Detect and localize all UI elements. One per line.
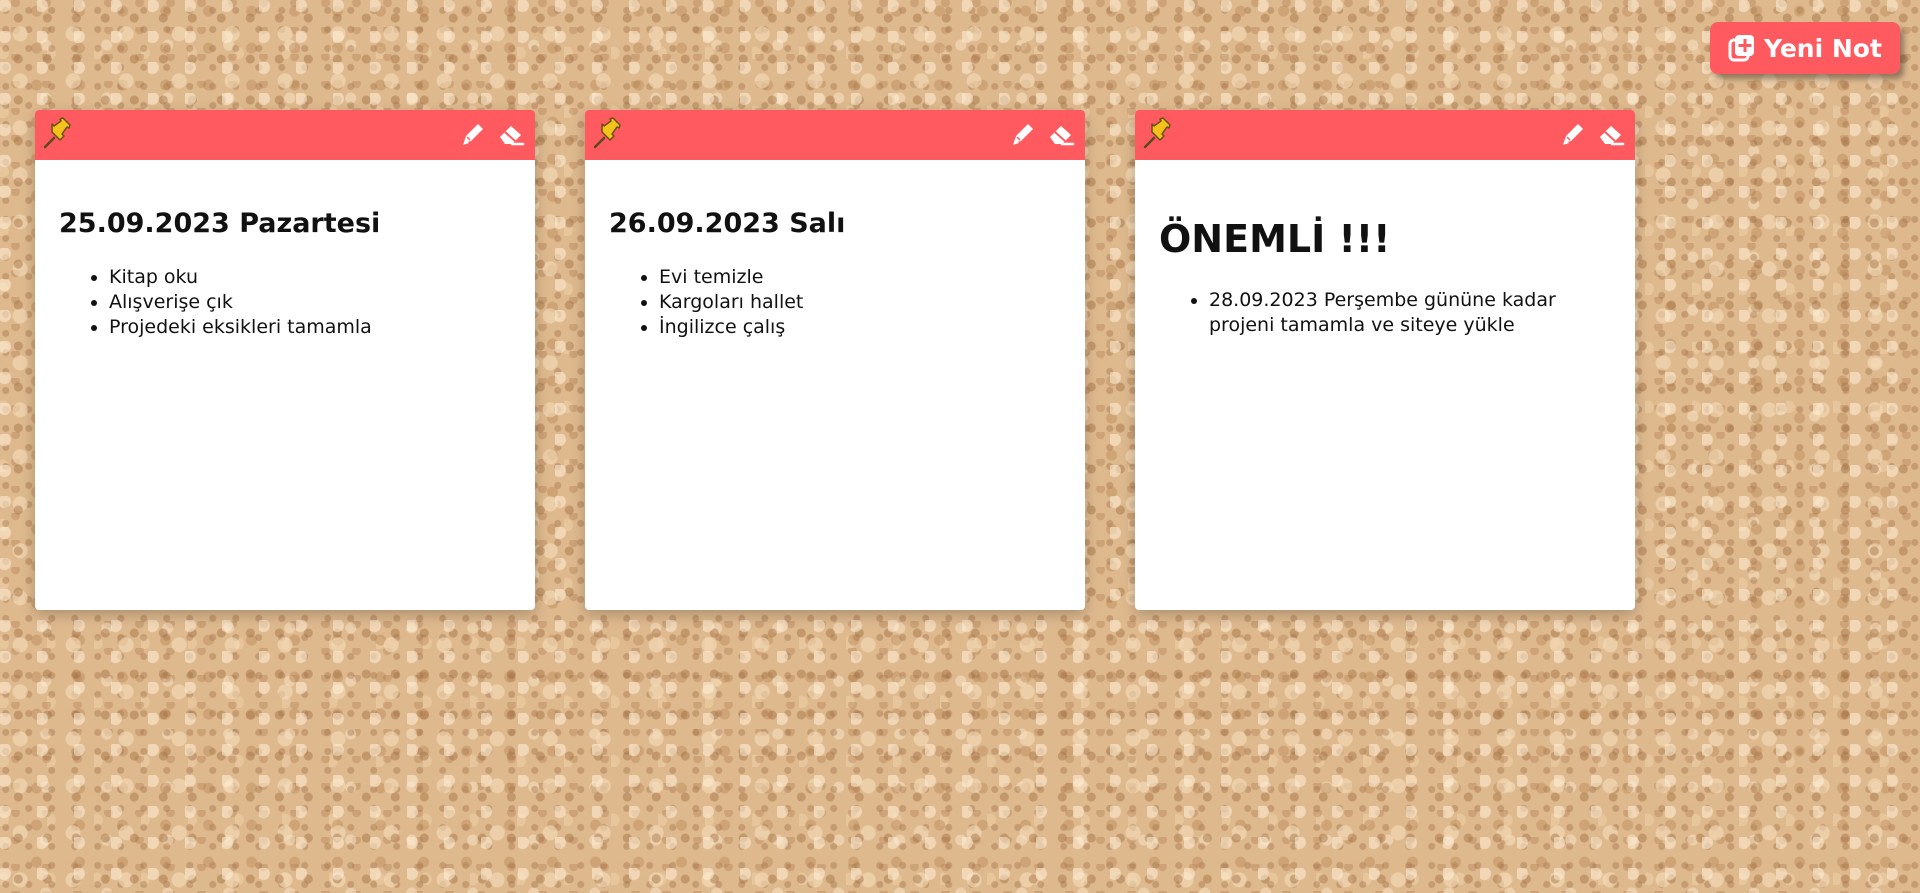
note-body[interactable]: 26.09.2023 Salı Evi temizle Kargoları ha… <box>585 160 1085 340</box>
new-note-button[interactable]: Yeni Not <box>1710 22 1900 74</box>
note-card: ÖNEMLİ !!! 28.09.2023 Perşembe gününe ka… <box>1135 110 1635 610</box>
list-item: Evi temizle <box>659 265 1061 290</box>
note-header <box>1135 110 1635 160</box>
list-item: Kitap oku <box>109 265 511 290</box>
note-card: 25.09.2023 Pazartesi Kitap oku Alışveriş… <box>35 110 535 610</box>
pin-icon <box>1141 117 1175 155</box>
pencil-icon[interactable] <box>459 120 487 148</box>
list-item: Projedeki eksikleri tamamla <box>109 315 511 340</box>
pencil-icon[interactable] <box>1009 120 1037 148</box>
note-card: 26.09.2023 Salı Evi temizle Kargoları ha… <box>585 110 1085 610</box>
eraser-icon[interactable] <box>497 120 525 148</box>
note-header <box>35 110 535 160</box>
note-header <box>585 110 1085 160</box>
note-list: Kitap oku Alışverişe çık Projedeki eksik… <box>59 265 511 340</box>
pencil-icon[interactable] <box>1559 120 1587 148</box>
eraser-icon[interactable] <box>1597 120 1625 148</box>
note-body[interactable]: ÖNEMLİ !!! 28.09.2023 Perşembe gününe ka… <box>1135 160 1635 338</box>
note-list: 28.09.2023 Perşembe gününe kadar projeni… <box>1159 288 1611 338</box>
pin-icon <box>591 117 625 155</box>
note-title: ÖNEMLİ !!! <box>1159 217 1391 261</box>
list-item: 28.09.2023 Perşembe gününe kadar projeni… <box>1209 288 1611 338</box>
new-note-label: Yeni Not <box>1764 33 1882 63</box>
note-title: 25.09.2023 Pazartesi <box>59 208 381 239</box>
pin-icon <box>41 117 75 155</box>
note-title: 26.09.2023 Salı <box>609 208 846 239</box>
list-item: Kargoları hallet <box>659 290 1061 315</box>
note-list: Evi temizle Kargoları hallet İngilizce ç… <box>609 265 1061 340</box>
note-body[interactable]: 25.09.2023 Pazartesi Kitap oku Alışveriş… <box>35 160 535 340</box>
add-note-icon <box>1728 34 1756 62</box>
eraser-icon[interactable] <box>1047 120 1075 148</box>
list-item: Alışverişe çık <box>109 290 511 315</box>
list-item: İngilizce çalış <box>659 315 1061 340</box>
